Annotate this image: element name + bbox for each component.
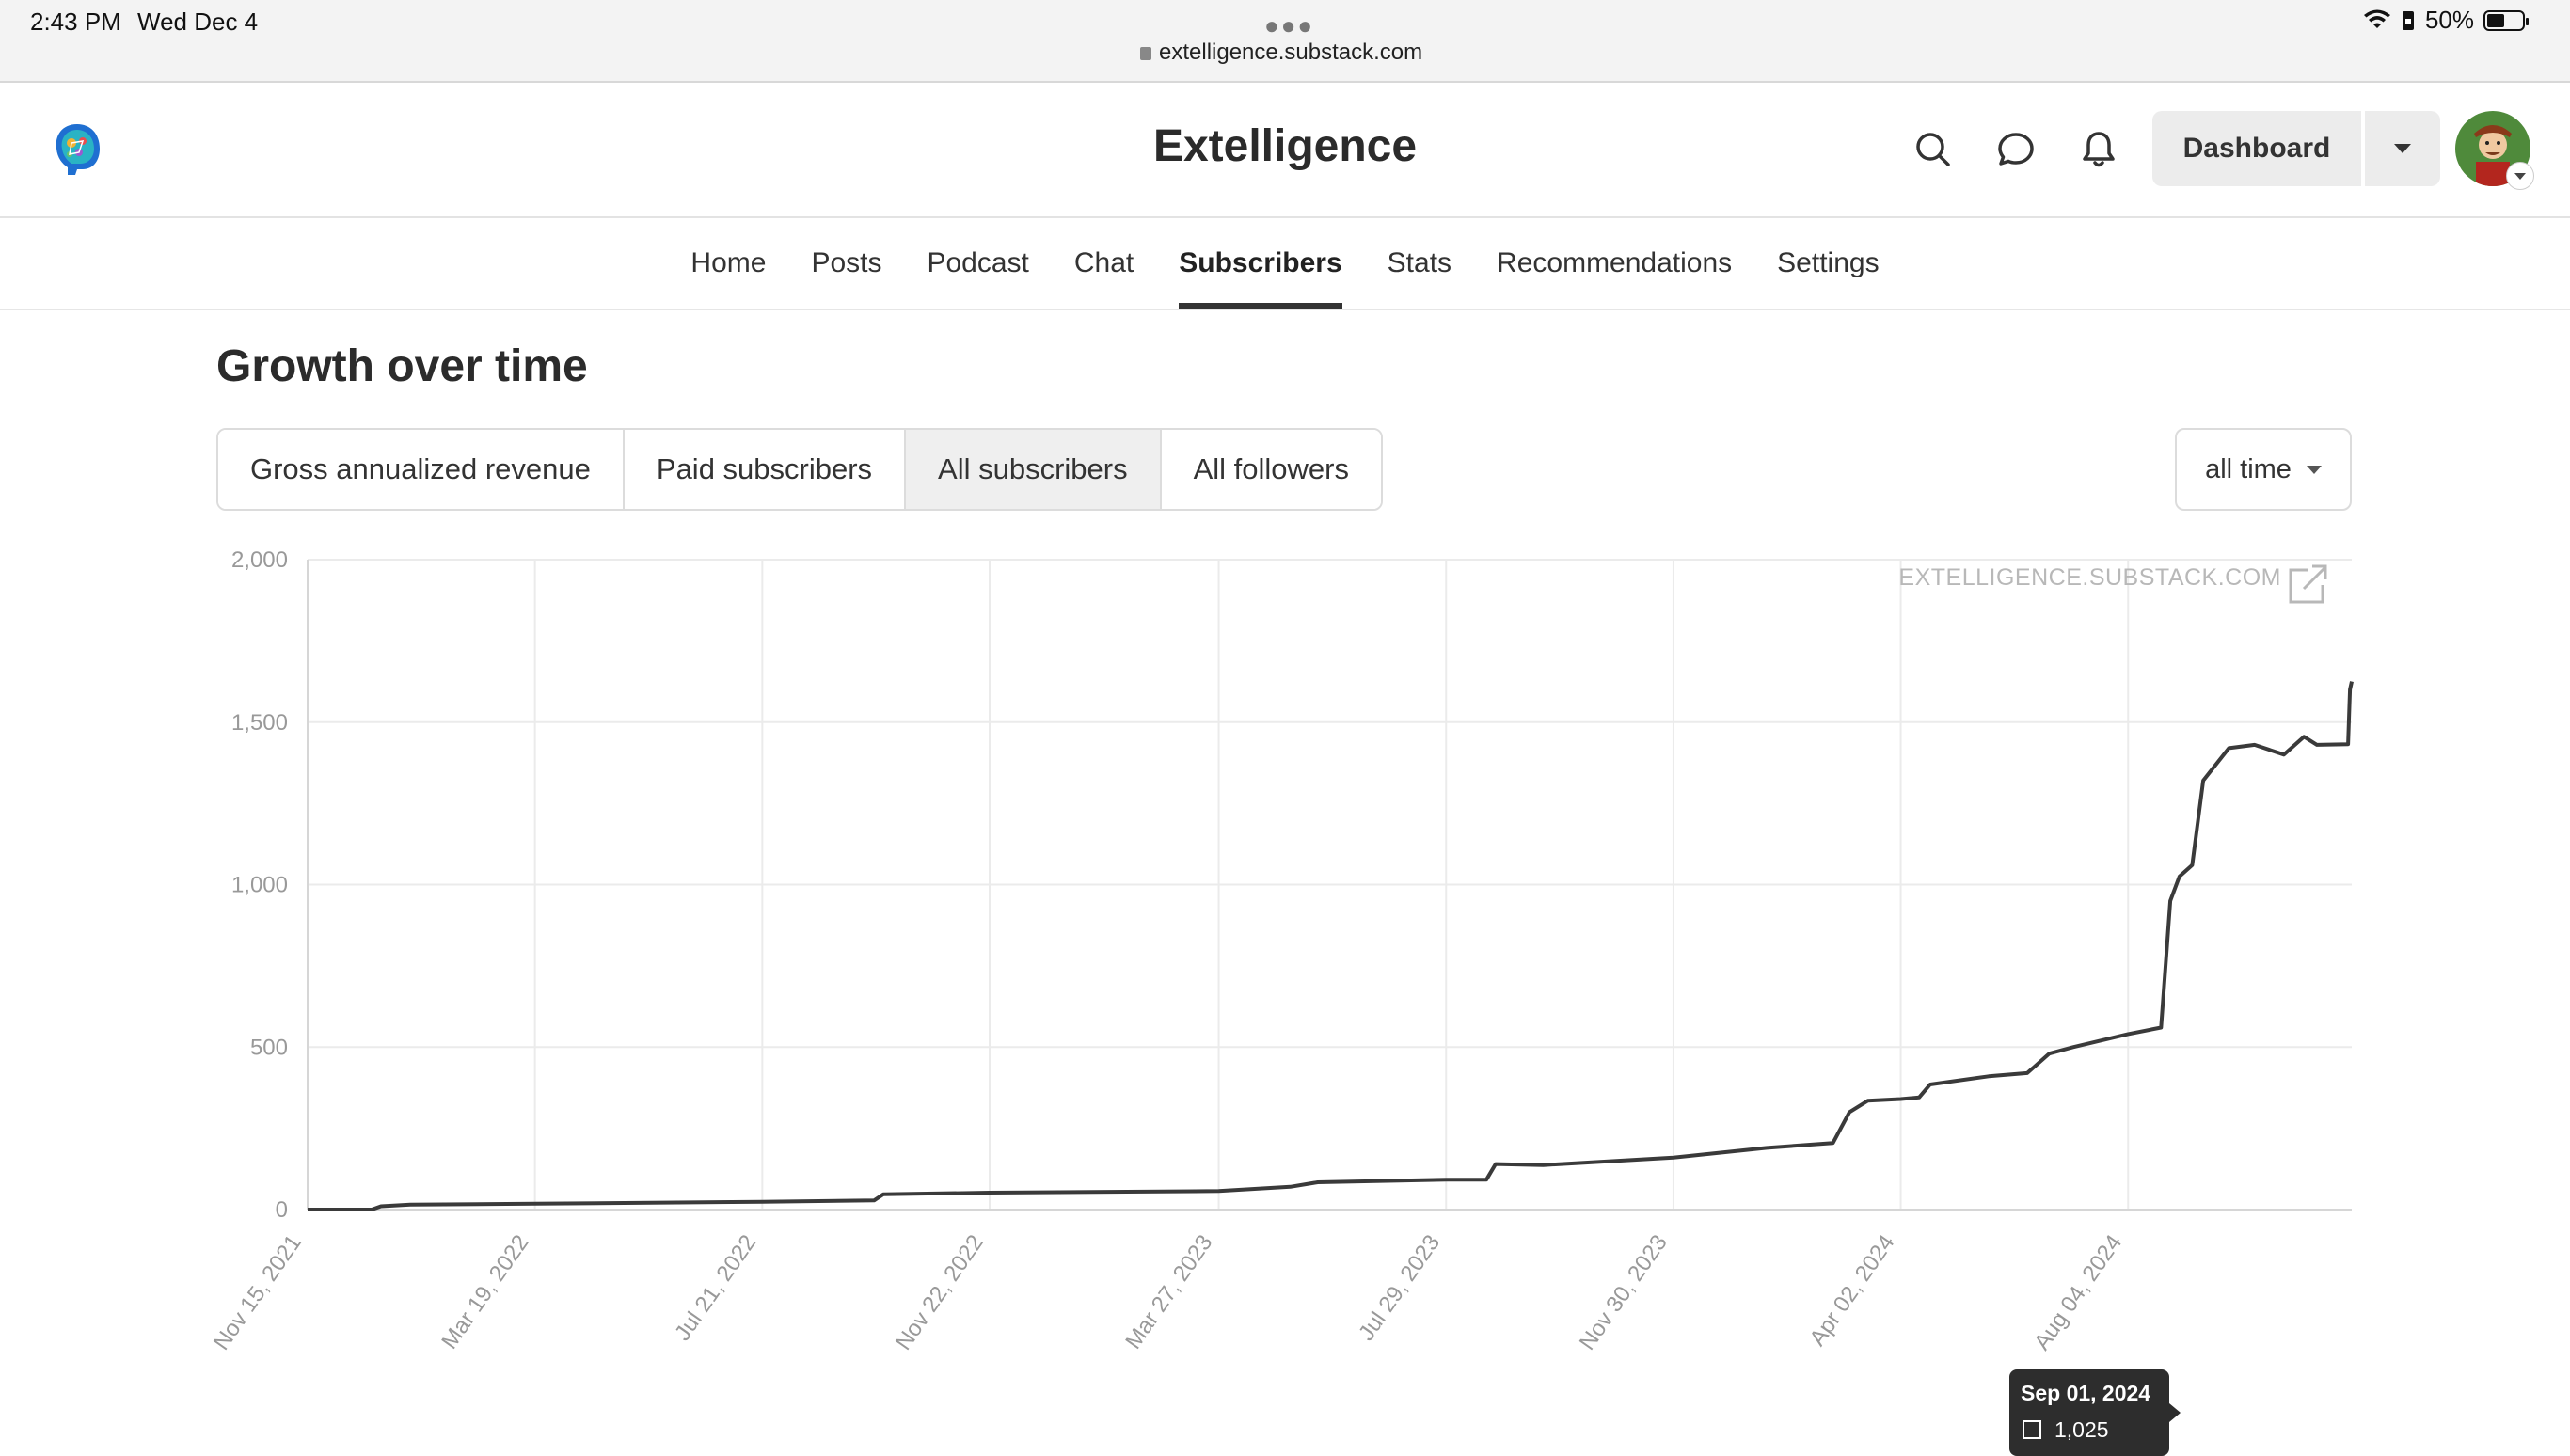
tooltip-date: Sep 01, 2024	[2021, 1381, 2151, 1405]
x-tick-label: Aug 04, 2024	[2029, 1230, 2127, 1354]
orientation-lock-icon	[2402, 10, 2414, 30]
y-tick-label: 2,000	[231, 547, 288, 573]
search-icon[interactable]	[1910, 126, 1957, 173]
y-tick-label: 0	[276, 1197, 288, 1223]
x-tick-label: Jul 21, 2022	[670, 1230, 761, 1346]
tooltip-series-swatch	[2023, 1420, 2041, 1439]
x-tick-label: Nov 30, 2023	[1575, 1230, 1673, 1354]
battery-icon	[2483, 9, 2529, 31]
battery-percent: 50%	[2424, 6, 2474, 34]
page-title: Growth over time	[216, 341, 588, 391]
chart-tooltip: Sep 01, 2024 1,025	[2009, 1369, 2181, 1456]
time-range-select[interactable]: all time	[2175, 428, 2352, 511]
x-tick-label: Nov 15, 2021	[209, 1230, 307, 1354]
status-indicators: 50%	[2363, 6, 2529, 35]
wifi-icon	[2363, 9, 2390, 28]
dashboard-button[interactable]: Dashboard	[2152, 111, 2361, 186]
address-bar[interactable]: extelligence.substack.com	[1140, 40, 1422, 66]
metric-tab-paid-subscribers[interactable]: Paid subscribers	[624, 430, 907, 509]
tooltip-value: 1,025	[2054, 1417, 2109, 1442]
tab-posts[interactable]: Posts	[811, 218, 881, 309]
x-tick-label: Mar 19, 2022	[436, 1230, 533, 1353]
dashboard-menu-button[interactable]	[2365, 111, 2440, 186]
metric-tab-all-followers[interactable]: All followers	[1161, 430, 1381, 509]
chat-bubble-icon[interactable]	[1992, 126, 2039, 173]
chart-watermark: EXTELLIGENCE.SUBSTACK.COM	[1898, 564, 2281, 591]
caret-down-icon	[2306, 465, 2322, 474]
caret-down-icon	[2514, 172, 2526, 180]
bell-icon[interactable]	[2075, 126, 2122, 173]
address-url: extelligence.substack.com	[1159, 40, 1423, 65]
metric-tab-gross-annualized-revenue[interactable]: Gross annualized revenue	[218, 430, 625, 509]
site-header: Extelligence Dashboard	[0, 83, 2570, 218]
growth-chart[interactable]: 0 500 1,000 1,500 2,000 Nov 15, 2021 Mar 19, 2…	[0, 536, 2570, 1456]
tab-subscribers[interactable]: Subscribers	[1179, 218, 1343, 309]
external-link-icon	[2289, 564, 2327, 604]
y-tick-label: 1,000	[231, 873, 288, 898]
x-tick-label: Jul 29, 2023	[1354, 1230, 1445, 1346]
account-menu-badge[interactable]	[2506, 162, 2534, 190]
x-tick-label: Apr 02, 2024	[1805, 1230, 1900, 1351]
y-tick-label: 1,500	[231, 710, 288, 736]
series-line	[308, 681, 2354, 1211]
tab-podcast[interactable]: Podcast	[927, 218, 1028, 309]
chart-svg: 0 500 1,000 1,500 2,000 Nov 15, 2021 Mar 19, 2…	[209, 547, 2354, 1354]
tab-chat[interactable]: Chat	[1074, 218, 1134, 309]
tab-home[interactable]: Home	[690, 218, 766, 309]
time-range-value: all time	[2205, 453, 2292, 484]
metric-tab-all-subscribers[interactable]: All subscribers	[906, 430, 1162, 509]
tab-stats[interactable]: Stats	[1388, 218, 1452, 309]
x-tick-label: Nov 22, 2022	[891, 1230, 989, 1354]
status-time: 2:43 PM	[30, 8, 121, 36]
lock-icon	[1140, 47, 1151, 60]
x-tick-label: Mar 27, 2023	[1120, 1230, 1217, 1353]
status-date: Wed Dec 4	[137, 8, 259, 36]
dashboard-nav: Home Posts Podcast Chat Subscribers Stats Reco…	[0, 218, 2570, 310]
status-bar: 2:43 PM Wed Dec 4 ●●● extelligence.subst…	[0, 0, 2570, 83]
tab-recommendations[interactable]: Recommendations	[1497, 218, 1732, 309]
caret-down-icon	[2394, 144, 2411, 153]
multitasking-dots-icon[interactable]: ●●●	[1264, 11, 1314, 40]
metric-selector: Gross annualized revenue Paid subscribers…	[216, 428, 1383, 511]
tab-settings[interactable]: Settings	[1777, 218, 1879, 309]
y-tick-label: 500	[250, 1035, 288, 1060]
